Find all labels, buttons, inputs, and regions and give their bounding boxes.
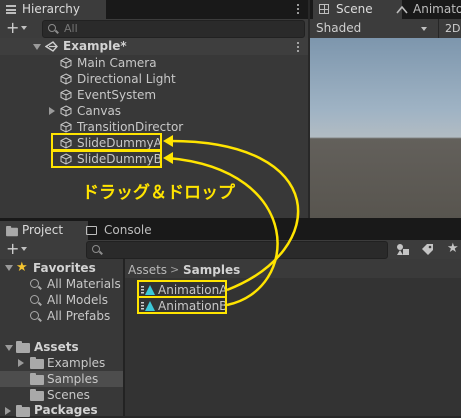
arrowhead-slidedummy-a xyxy=(163,135,173,147)
drag-arrow-to-slidedummy-a xyxy=(167,139,300,292)
arrowhead-slidedummy-b xyxy=(163,152,173,164)
drag-drop-annotation: ドラッグ＆ドロップ xyxy=(82,183,235,203)
drag-arrows-overlay xyxy=(163,135,300,307)
